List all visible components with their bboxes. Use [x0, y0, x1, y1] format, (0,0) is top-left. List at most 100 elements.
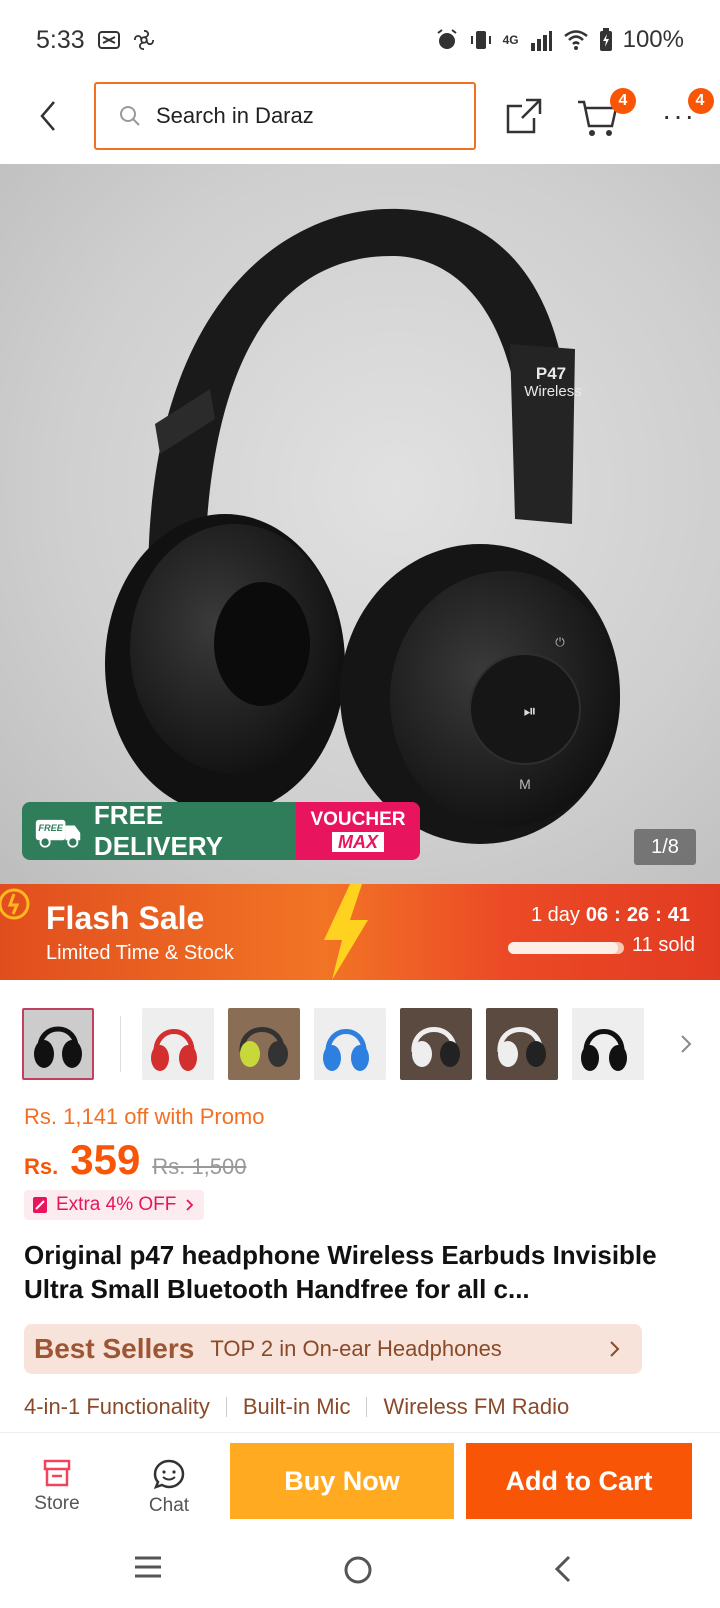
thumbnail-image [34, 1026, 82, 1068]
thumbnail-next-button[interactable] [676, 1032, 696, 1056]
price-current: 359 [70, 1136, 141, 1183]
thumbnail-image [239, 1027, 288, 1067]
svg-text:M: M [519, 776, 531, 792]
thumbnail-item[interactable] [486, 1008, 558, 1080]
thumbnail-image [411, 1027, 460, 1067]
countdown-days: 1 day [530, 904, 580, 926]
battery-level: 100% [622, 26, 684, 53]
countdown-timer: 1 day 06 : 26 : 41 [530, 904, 690, 926]
alarm-icon [436, 29, 457, 49]
voucher-max-label: MAX [332, 832, 384, 852]
share-icon [506, 98, 542, 134]
status-bar: 5:33 4G 100% [0, 0, 720, 80]
free-tag: FREE [38, 823, 63, 833]
nav-back-button[interactable] [552, 1554, 592, 1590]
thumbnail-item[interactable] [22, 1008, 94, 1080]
feature-item: Wireless FM Radio [383, 1394, 570, 1419]
image-counter: 1/8 [634, 829, 696, 865]
thumbnail-item[interactable] [572, 1008, 644, 1080]
voucher-label: VOUCHER [310, 809, 406, 830]
countdown-seconds: 41 [667, 904, 690, 926]
home-button[interactable] [342, 1554, 382, 1590]
add-to-cart-button[interactable]: Add to Cart [466, 1443, 692, 1519]
search-placeholder: Search in Daraz [156, 103, 314, 128]
svg-text:⏯: ⏯ [524, 703, 537, 720]
share-button[interactable] [504, 96, 544, 136]
menu-icon [135, 1556, 161, 1578]
extra-discount-tag[interactable]: Extra 4% OFF [24, 1190, 205, 1220]
thumbnail-item[interactable] [142, 1008, 214, 1080]
best-sellers-label: Best Sellers [34, 1333, 195, 1364]
bottom-action-bar: Store Chat Buy Now Add to Cart [0, 1432, 720, 1532]
brand-print-sub: Wireless [524, 383, 582, 400]
cart-button[interactable]: 4 [576, 88, 636, 138]
notification-icon [97, 31, 120, 49]
sold-progress-fill [508, 942, 619, 954]
top-header: Search in Daraz 4 ··· 4 [0, 80, 720, 164]
chevron-right-icon [681, 1035, 692, 1053]
extra-discount-label: Extra 4% OFF [56, 1194, 177, 1215]
thumbnail-divider [120, 1016, 121, 1072]
chat-button[interactable]: Chat [134, 1459, 204, 1517]
headphones-image: P47 Wireless ⏯ M ⏻ [105, 208, 620, 844]
chat-label: Chat [148, 1495, 190, 1516]
product-image[interactable]: P47 Wireless ⏯ M ⏻ FREE FREE DELIVERY VO… [0, 164, 720, 884]
thumbnail-image [323, 1029, 369, 1071]
flash-sale-subtitle: Limited Time & Stock [46, 942, 234, 964]
chat-icon [153, 1459, 185, 1489]
more-badge: 4 [688, 88, 714, 114]
status-left: 5:33 [36, 26, 155, 55]
free-delivery-banner: FREE FREE DELIVERY VOUCHER MAX [22, 802, 420, 860]
thumbnail-item[interactable] [400, 1008, 472, 1080]
more-button[interactable]: ··· 4 [654, 88, 714, 136]
search-icon [120, 106, 140, 126]
feature-divider [225, 1397, 227, 1417]
free-delivery-label: FREE DELIVERY [93, 802, 223, 860]
thumbnail-item[interactable] [228, 1008, 300, 1080]
wifi-icon [563, 30, 588, 50]
flash-sale-title: Flash Sale [46, 900, 205, 936]
flash-sale-banner[interactable]: Flash Sale Limited Time & Stock 1 day 06… [0, 884, 720, 980]
vibrate-icon [470, 31, 491, 49]
thumbnail-image [151, 1029, 197, 1071]
system-nav-bar [0, 1532, 720, 1608]
thumbnail-strip [0, 1006, 720, 1082]
nav-back-icon [554, 1555, 571, 1583]
best-sellers-banner[interactable]: Best Sellers TOP 2 in On-ear Headphones [24, 1324, 642, 1374]
buy-now-button[interactable]: Buy Now [230, 1443, 454, 1519]
chevron-right-icon [186, 1199, 194, 1211]
recent-apps-button[interactable] [132, 1554, 172, 1590]
voucher-max-badge: VOUCHER MAX [296, 802, 420, 860]
status-right: 4G 100% [435, 26, 684, 54]
price-original: Rs. 1,500 [152, 1154, 247, 1179]
thumbnail-item[interactable] [314, 1008, 386, 1080]
store-button[interactable]: Store [22, 1459, 92, 1515]
thumbnail-image [497, 1027, 546, 1067]
sold-count: 11 sold [632, 934, 696, 956]
search-input[interactable]: Search in Daraz [94, 82, 476, 150]
voucher-icon [33, 1197, 47, 1213]
flash-clock-icon [0, 888, 30, 920]
feature-item: 4-in-1 Functionality [24, 1394, 210, 1419]
feature-highlights: 4-in-1 Functionality Built-in Mic Wirele… [24, 1394, 569, 1420]
promo-discount-text: Rs. 1,141 off with Promo [24, 1104, 265, 1129]
best-sellers-rank: TOP 2 in On-ear Headphones [210, 1336, 502, 1361]
home-icon [344, 1556, 372, 1584]
svg-text:⏻: ⏻ [555, 635, 565, 649]
feature-item: Built-in Mic [242, 1394, 351, 1419]
signal-icon [530, 31, 552, 51]
store-icon [43, 1459, 71, 1487]
back-icon [40, 101, 55, 131]
back-button[interactable] [30, 96, 66, 136]
countdown-hours: 06 [585, 904, 609, 926]
product-title: Original p47 headphone Wireless Earbuds … [24, 1240, 657, 1304]
sold-progress-bar [508, 942, 624, 954]
thumbnail-image [581, 1029, 627, 1071]
chevron-right-icon [610, 1341, 620, 1357]
brand-print: P47 [536, 364, 566, 383]
store-label: Store [34, 1493, 80, 1514]
price-row: Rs. 359 Rs. 1,500 [24, 1136, 247, 1184]
free-delivery-section: FREE FREE DELIVERY [22, 802, 296, 860]
feature-divider [366, 1397, 368, 1417]
cart-badge: 4 [610, 88, 636, 114]
